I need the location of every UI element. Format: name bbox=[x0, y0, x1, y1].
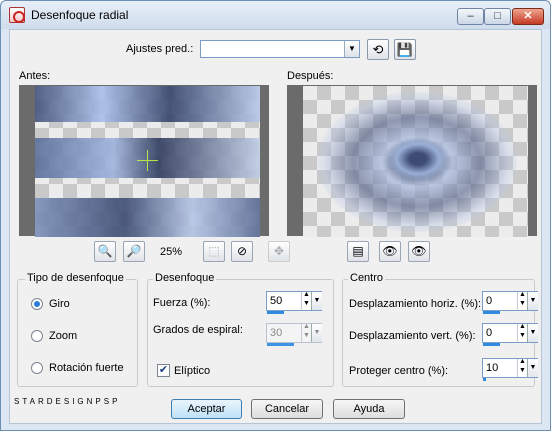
protect-input[interactable]: 10 ▼ bbox=[482, 358, 538, 378]
hshift-input[interactable]: 0 ▼ bbox=[482, 291, 538, 311]
blur-title: Desenfoque bbox=[153, 272, 217, 284]
dialog-window: Desenfoque radial – □ ✕ Ajustes pred.: ▼… bbox=[0, 0, 551, 431]
after-preview-image bbox=[303, 86, 528, 237]
vshift-value: 0 bbox=[486, 327, 493, 339]
zoom-in-icon[interactable]: 🔎 bbox=[123, 241, 145, 262]
spiral-dropdown-icon[interactable]: ▼ bbox=[311, 324, 322, 342]
spiral-label: Grados de espiral: bbox=[153, 324, 243, 336]
chevron-down-icon[interactable]: ▼ bbox=[344, 41, 359, 57]
window-title: Desenfoque radial bbox=[31, 8, 129, 22]
radio-giro[interactable] bbox=[31, 298, 43, 310]
zoom-level: 25% bbox=[160, 246, 183, 258]
presets-dropdown[interactable]: ▼ bbox=[200, 40, 360, 58]
app-icon bbox=[9, 7, 25, 23]
vshift-label: Desplazamiento vert. (%): bbox=[349, 330, 476, 342]
cancel-button[interactable]: Cancelar bbox=[251, 399, 323, 419]
after-label: Después: bbox=[287, 70, 334, 82]
spiral-value: 30 bbox=[270, 327, 283, 339]
center-title: Centro bbox=[348, 272, 386, 284]
blur-type-title: Tipo de desenfoque bbox=[25, 272, 126, 284]
before-preview-image bbox=[35, 86, 260, 237]
undo-icon[interactable]: ⟲ bbox=[367, 39, 389, 60]
minimize-button[interactable]: – bbox=[457, 8, 484, 25]
spiral-input[interactable]: 30 ▼ bbox=[266, 323, 322, 343]
hshift-value: 0 bbox=[486, 295, 493, 307]
strength-dropdown-icon[interactable]: ▼ bbox=[311, 292, 322, 310]
vshift-dropdown-icon[interactable]: ▼ bbox=[527, 324, 538, 342]
auto-proof-icon[interactable]: 👁 bbox=[408, 241, 430, 262]
move-icon[interactable]: ✥ bbox=[268, 241, 290, 262]
help-button[interactable]: Ayuda bbox=[333, 399, 405, 419]
radio-giro-label: Giro bbox=[49, 298, 70, 310]
ok-button[interactable]: Aceptar bbox=[171, 399, 242, 419]
presets-label: Ajustes pred.: bbox=[126, 43, 194, 55]
hshift-stepper[interactable] bbox=[517, 291, 527, 310]
radio-zoom[interactable] bbox=[31, 330, 43, 342]
close-button[interactable]: ✕ bbox=[512, 8, 544, 25]
protect-value: 10 bbox=[486, 362, 499, 374]
pan-icon[interactable]: ⊘ bbox=[231, 241, 253, 262]
strength-label: Fuerza (%): bbox=[153, 297, 211, 309]
vshift-input[interactable]: 0 ▼ bbox=[482, 323, 538, 343]
elliptic-checkbox[interactable]: ✔ bbox=[157, 364, 170, 377]
spiral-stepper[interactable] bbox=[301, 323, 311, 342]
elliptic-label: Elíptico bbox=[174, 365, 211, 377]
vshift-stepper[interactable] bbox=[517, 323, 527, 342]
before-label: Antes: bbox=[19, 70, 51, 82]
lock-preview-icon[interactable]: 👁 bbox=[379, 241, 401, 262]
radio-zoom-label: Zoom bbox=[49, 330, 78, 342]
zoom-out-icon[interactable]: 🔍 bbox=[94, 241, 116, 262]
protect-level-bar bbox=[483, 378, 486, 381]
proof-icon[interactable]: ▤ bbox=[347, 241, 369, 262]
protect-label: Proteger centro (%): bbox=[349, 365, 449, 377]
dialog-body: Ajustes pred.: ▼ ⟲ 💾 Antes: Después: 🔍 🔎… bbox=[9, 29, 542, 424]
hshift-level-bar bbox=[483, 311, 500, 314]
strength-input[interactable]: 50 ▼ bbox=[266, 291, 322, 311]
radio-rotacion-fuerte[interactable] bbox=[31, 362, 43, 374]
maximize-button[interactable]: □ bbox=[484, 8, 511, 25]
after-preview bbox=[287, 85, 537, 237]
vshift-level-bar bbox=[483, 343, 500, 346]
protect-stepper[interactable] bbox=[517, 358, 527, 377]
protect-dropdown-icon[interactable]: ▼ bbox=[527, 359, 538, 377]
strength-value: 50 bbox=[270, 295, 283, 307]
strength-level-bar bbox=[267, 311, 284, 314]
brand-watermark: STARDESIGNPSP bbox=[14, 397, 121, 406]
center-crosshair-vertical bbox=[147, 150, 148, 171]
title-bar[interactable]: Desenfoque radial – □ ✕ bbox=[1, 1, 550, 29]
hshift-label: Desplazamiento horiz. (%): bbox=[349, 298, 482, 310]
strength-stepper[interactable] bbox=[301, 291, 311, 310]
spiral-level-bar bbox=[267, 343, 294, 346]
hshift-dropdown-icon[interactable]: ▼ bbox=[527, 292, 538, 310]
before-preview[interactable] bbox=[19, 85, 269, 237]
radio-rotacion-fuerte-label: Rotación fuerte bbox=[49, 362, 124, 374]
save-icon[interactable]: 💾 bbox=[394, 39, 416, 60]
fit-icon[interactable]: ⬚ bbox=[203, 241, 225, 262]
